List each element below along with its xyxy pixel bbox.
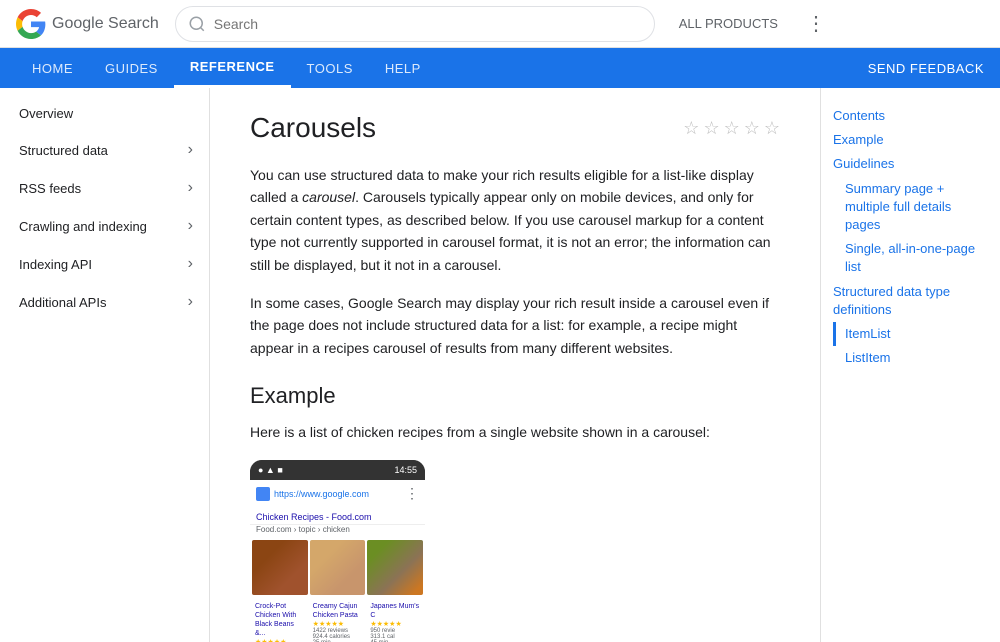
topbar: Google Search ALL PRODUCTS ⋮: [0, 0, 1000, 48]
search-input[interactable]: [214, 16, 642, 32]
mockup-icons: ● ▲ ■: [258, 465, 283, 475]
mockup-food-image-1: [252, 540, 308, 595]
mockup-card-1: Crock-Pot Chicken With Black Beans &... …: [252, 599, 308, 642]
example-heading: Example: [250, 383, 780, 409]
mockup-url: https://www.google.com: [274, 489, 401, 499]
toc-single-all-in-one[interactable]: Single, all-in-one-page list: [833, 237, 988, 279]
sidebar-item-crawling-indexing[interactable]: Crawling and indexing ›: [0, 207, 209, 245]
mockup-food-image-3: [367, 540, 423, 595]
mockup-card-row: Crock-Pot Chicken With Black Beans &... …: [250, 597, 425, 642]
nav-tools[interactable]: TOOLs: [291, 48, 369, 88]
mockup-result1-title: Chicken Recipes - Food.com: [250, 508, 425, 525]
chevron-icon: ›: [188, 255, 193, 273]
main-content: Carousels ☆ ☆ ☆ ☆ ☆ You can use structur…: [210, 88, 820, 642]
mockup-browser-bar: https://www.google.com ⋮: [250, 480, 425, 508]
mockup-card1-stars: ★★★★★: [255, 638, 305, 642]
chevron-icon: ›: [188, 141, 193, 159]
logo-text: Google Search: [52, 15, 159, 33]
page-title-area: Carousels ☆ ☆ ☆ ☆ ☆: [250, 112, 780, 144]
mockup-card2-stars: ★★★★★: [313, 620, 363, 628]
star-2[interactable]: ☆: [703, 118, 719, 139]
navbar: HOME GUIDES REFERENCE TOOLs HELP SEND FE…: [0, 48, 1000, 88]
toc-guidelines[interactable]: Guidelines: [833, 152, 988, 176]
mockup-result1-sub: Food.com › topic › chicken: [250, 525, 425, 538]
nav-help[interactable]: HELP: [369, 48, 437, 88]
right-sidebar: Contents Example Guidelines Summary page…: [820, 88, 1000, 642]
star-rating[interactable]: ☆ ☆ ☆ ☆ ☆: [683, 118, 780, 139]
search-bar[interactable]: [175, 6, 655, 42]
more-options-button[interactable]: ⋮: [802, 7, 830, 40]
send-feedback-button[interactable]: SEND FEEDBACK: [868, 61, 984, 76]
mobile-mockup: ● ▲ ■ 14:55 https://www.google.com ⋮ Chi…: [250, 460, 425, 642]
all-products-button[interactable]: ALL PRODUCTS: [671, 12, 786, 35]
toc-listitem[interactable]: ListItem: [833, 346, 988, 370]
nav-reference[interactable]: REFERENCE: [174, 48, 291, 88]
left-sidebar: Overview Structured data › RSS feeds › C…: [0, 88, 210, 642]
mockup-card3-stars: ★★★★★: [370, 620, 420, 628]
toc-example[interactable]: Example: [833, 128, 988, 152]
toc-summary-page[interactable]: Summary page + multiple full details pag…: [833, 177, 988, 238]
toc-itemlist[interactable]: ItemList: [833, 322, 988, 346]
chevron-icon: ›: [188, 217, 193, 235]
mockup-card2-title: Creamy Cajun Chicken Pasta: [313, 602, 363, 620]
star-5[interactable]: ☆: [764, 118, 780, 139]
mockup-topbar: ● ▲ ■ 14:55: [250, 460, 425, 480]
layout: Overview Structured data › RSS feeds › C…: [0, 88, 1000, 642]
nav-guides[interactable]: GUIDES: [89, 48, 174, 88]
nav-home[interactable]: HOME: [16, 48, 89, 88]
mockup-card3-title: Japanes Mum's C: [370, 602, 420, 620]
mockup-food-image-2: [310, 540, 366, 595]
mockup-images: [250, 538, 425, 597]
mockup-card1-title: Crock-Pot Chicken With Black Beans &...: [255, 602, 305, 638]
mockup-card-2: Creamy Cajun Chicken Pasta ★★★★★ 1422 re…: [310, 599, 366, 642]
sidebar-item-rss-feeds[interactable]: RSS feeds ›: [0, 169, 209, 207]
star-4[interactable]: ☆: [744, 118, 760, 139]
toc-contents[interactable]: Contents: [833, 104, 988, 128]
chevron-icon: ›: [188, 179, 193, 197]
star-3[interactable]: ☆: [724, 118, 740, 139]
sidebar-item-additional-apis[interactable]: Additional APIs ›: [0, 283, 209, 321]
body-paragraph-2: In some cases, Google Search may display…: [250, 292, 780, 359]
body-paragraph-1: You can use structured data to make your…: [250, 164, 780, 276]
toc-structured-data-type[interactable]: Structured data type definitions: [833, 280, 988, 322]
sidebar-item-structured-data[interactable]: Structured data ›: [0, 131, 209, 169]
star-1[interactable]: ☆: [683, 118, 699, 139]
mockup-more-icon: ⋮: [405, 485, 419, 502]
example-intro: Here is a list of chicken recipes from a…: [250, 421, 780, 443]
search-icon: [188, 15, 206, 33]
sidebar-item-overview[interactable]: Overview: [0, 96, 209, 131]
mockup-time: 14:55: [394, 465, 417, 475]
google-logo[interactable]: Google Search: [16, 9, 159, 39]
page-title: Carousels: [250, 112, 376, 144]
mockup-favicon: [256, 487, 270, 501]
chevron-icon: ›: [188, 293, 193, 311]
mockup-card-3: Japanes Mum's C ★★★★★ 950 revie 313.1 ca…: [367, 599, 423, 642]
sidebar-item-indexing-api[interactable]: Indexing API ›: [0, 245, 209, 283]
